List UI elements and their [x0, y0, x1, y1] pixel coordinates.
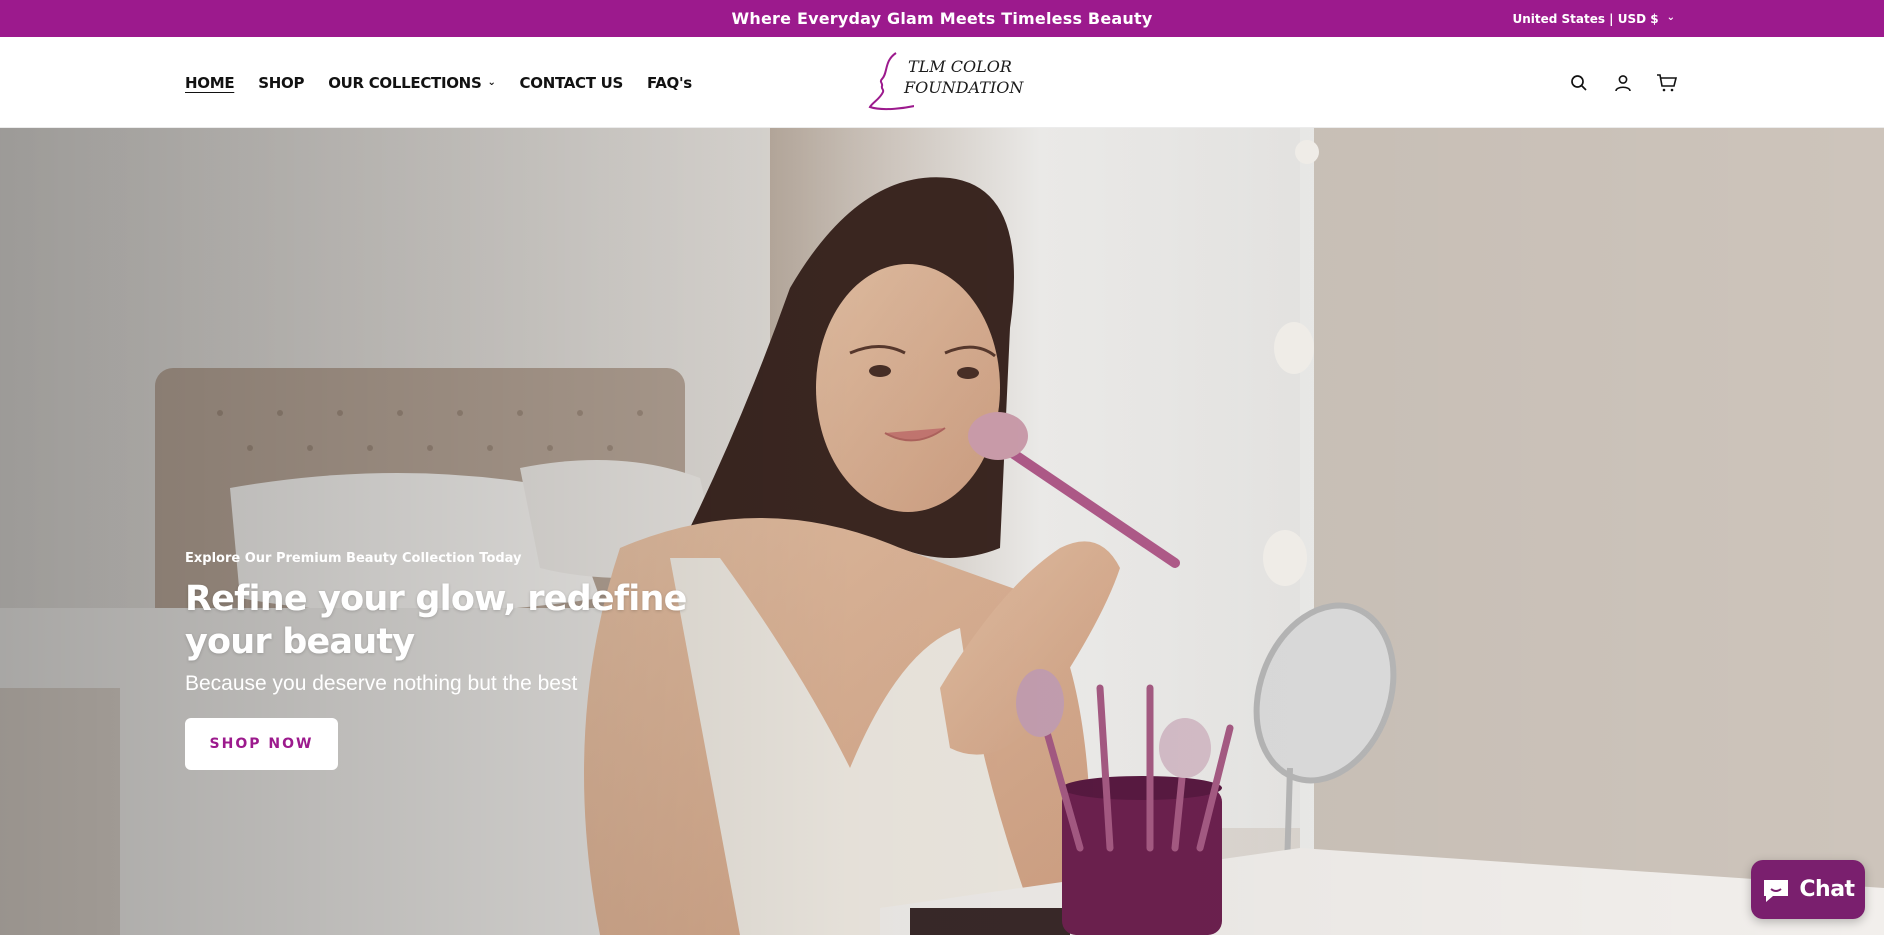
nav-label: CONTACT US [519, 73, 624, 92]
hero-title: Refine your glow, redefine your beauty [185, 579, 687, 662]
nav-item-faqs[interactable]: FAQ's [647, 74, 692, 92]
header-icons [1568, 37, 1678, 128]
nav-label: HOME [185, 73, 235, 92]
announcement-bar: Where Everyday Glam Meets Timeless Beaut… [0, 0, 1884, 37]
hero-subtitle: Because you deserve nothing but the best [185, 672, 578, 695]
main-nav: HOME SHOP OUR COLLECTIONS ⌄ CONTACT US FA… [185, 37, 692, 128]
site-logo[interactable]: TLM COLOR FOUNDATION [866, 51, 1023, 113]
nav-item-home[interactable]: HOME [185, 73, 235, 92]
account-icon[interactable] [1612, 72, 1634, 94]
hero-content: Explore Our Premium Beauty Collection To… [185, 551, 705, 770]
chat-label: Chat [1799, 877, 1855, 902]
nav-item-our-collections[interactable]: OUR COLLECTIONS ⌄ [328, 73, 496, 92]
logo-text-line1: TLM COLOR [908, 57, 1012, 76]
shop-now-button[interactable]: SHOP NOW [185, 718, 338, 770]
nav-label: FAQ's [646, 73, 692, 92]
nav-item-contact-us[interactable]: CONTACT US [519, 73, 624, 92]
nav-label: OUR COLLECTIONS [328, 73, 482, 92]
hero-banner: Explore Our Premium Beauty Collection To… [0, 128, 1884, 935]
nav-label: SHOP [258, 73, 305, 92]
chevron-down-icon: ⌄ [487, 77, 496, 88]
logo-text-line2: FOUNDATION [904, 78, 1024, 97]
announcement-text: Where Everyday Glam Meets Timeless Beaut… [731, 9, 1153, 28]
nav-item-shop[interactable]: SHOP [258, 74, 304, 92]
site-header: HOME SHOP OUR COLLECTIONS ⌄ CONTACT US FA… [0, 37, 1884, 128]
search-icon[interactable] [1568, 72, 1590, 94]
hero-eyebrow: Explore Our Premium Beauty Collection To… [185, 551, 522, 566]
chat-button[interactable]: Chat [1751, 860, 1865, 919]
chevron-down-icon: ⌄ [1666, 12, 1675, 23]
country-currency-label: United States | USD $ [1512, 11, 1659, 26]
hero-image [0, 128, 1884, 935]
cart-icon[interactable] [1656, 72, 1678, 94]
chat-bubble-icon [1764, 879, 1789, 902]
country-currency-selector[interactable]: United States | USD $ ⌄ [1512, 0, 1675, 37]
